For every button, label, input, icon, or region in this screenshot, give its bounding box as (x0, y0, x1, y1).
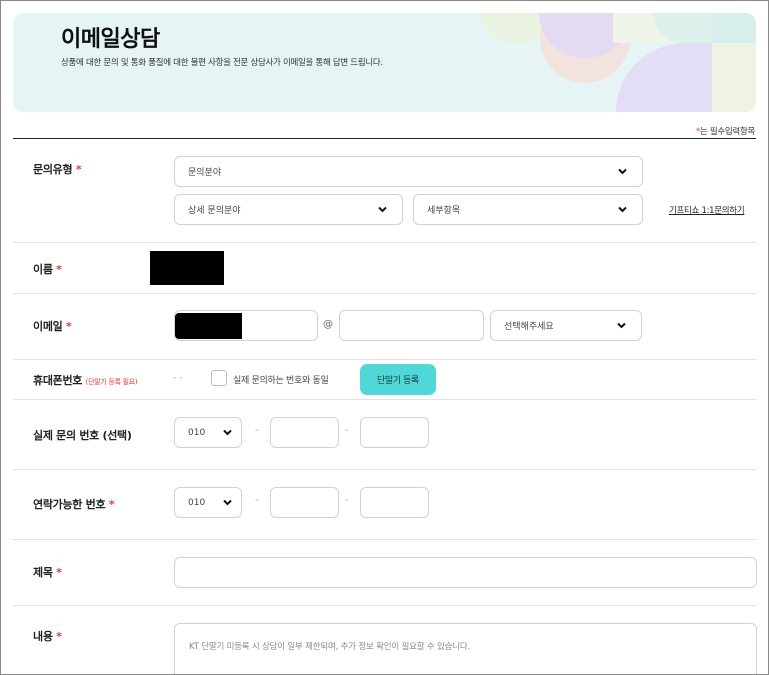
number-separator: - (345, 495, 349, 506)
actual-number-prefix-select[interactable]: 010 (174, 417, 242, 448)
gifticon-inquiry-link[interactable]: 기프티쇼 1:1문의하기 (669, 204, 745, 216)
email-domain-input[interactable] (339, 310, 484, 341)
same-number-checkbox[interactable] (211, 370, 227, 386)
email-id-input[interactable] (174, 310, 318, 341)
row-divider (13, 605, 756, 606)
contact-number-label: 연락가능한 번호 * (33, 498, 115, 511)
row-divider (13, 242, 756, 243)
email-id-redacted (175, 313, 242, 339)
chevron-down-icon (377, 204, 388, 215)
row-divider (13, 359, 756, 360)
required-note: *는 필수입력항목 (696, 125, 755, 137)
email-consult-page: 이메일상담 상품에 대한 문의 및 통화 품질에 대한 불편 사항을 전문 상담… (0, 0, 769, 675)
subject-label: 제목 * (33, 566, 62, 579)
number-separator: - (255, 425, 259, 436)
banner-decoration (712, 13, 756, 43)
row-divider (13, 469, 756, 470)
row-divider (13, 399, 756, 400)
row-divider (13, 539, 756, 540)
inquiry-category-select[interactable]: 문의분야 (174, 156, 643, 187)
actual-number-last-input[interactable] (360, 417, 429, 448)
number-separator: - (345, 425, 349, 436)
actual-number-middle-input[interactable] (270, 417, 339, 448)
banner-decoration (616, 43, 712, 112)
inquiry-item-value: 세부항목 (427, 206, 461, 216)
inquiry-item-select[interactable]: 세부항목 (413, 194, 643, 225)
mobile-value: - - (173, 373, 183, 383)
email-domain-select-value: 선택해주세요 (504, 322, 554, 332)
email-label: 이메일 * (33, 320, 72, 333)
page-title: 이메일상담 (61, 27, 160, 52)
subject-input[interactable] (174, 557, 757, 588)
form-top-border (13, 138, 756, 139)
banner-decoration (712, 43, 756, 112)
row-divider (13, 293, 756, 294)
email-domain-select[interactable]: 선택해주세요 (490, 310, 642, 341)
page-banner: 이메일상담 상품에 대한 문의 및 통화 품질에 대한 불편 사항을 전문 상담… (13, 13, 756, 112)
content-label: 내용 * (33, 630, 62, 643)
chevron-down-icon (617, 166, 628, 177)
page-description: 상품에 대한 문의 및 통화 품질에 대한 불편 사항을 전문 상담사가 이메일… (61, 58, 383, 68)
contact-number-middle-input[interactable] (270, 487, 339, 518)
content-textarea[interactable]: KT 단말기 미등록 시 상담이 일부 제한되며, 추가 정보 확인이 필요할 … (174, 623, 757, 674)
same-number-checkbox-label[interactable]: 실제 문의하는 번호와 동일 (233, 373, 329, 386)
name-label: 이름 * (33, 263, 62, 276)
device-register-button[interactable]: 단말기 등록 (360, 364, 436, 395)
chevron-down-icon (222, 497, 233, 508)
inquiry-detail-select[interactable]: 상세 문의분야 (174, 194, 403, 225)
email-at-sign: @ (323, 319, 333, 330)
contact-number-last-input[interactable] (360, 487, 429, 518)
chevron-down-icon (617, 204, 628, 215)
inquiry-type-label: 문의유형 * (33, 163, 82, 176)
name-value-redacted (150, 251, 224, 285)
inquiry-category-value: 문의분야 (188, 168, 222, 178)
contact-number-prefix-select[interactable]: 010 (174, 487, 242, 518)
mobile-label: 휴대폰번호 (단말기 등록 필요) (33, 374, 138, 387)
actual-number-label: 실제 문의 번호 (선택) (33, 429, 132, 442)
actual-number-prefix-value: 010 (188, 427, 206, 438)
content-placeholder: KT 단말기 미등록 시 상담이 일부 제한되며, 추가 정보 확인이 필요할 … (189, 642, 470, 652)
required-note-text: 는 필수입력항목 (699, 127, 755, 137)
inquiry-detail-value: 상세 문의분야 (188, 206, 241, 216)
contact-number-prefix-value: 010 (188, 497, 206, 508)
number-separator: - (255, 495, 259, 506)
chevron-down-icon (616, 320, 627, 331)
chevron-down-icon (222, 427, 233, 438)
